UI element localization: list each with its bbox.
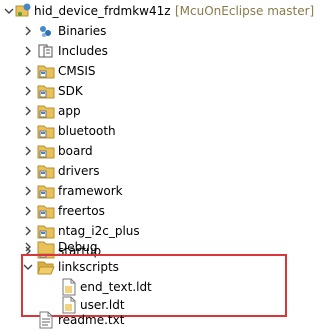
chevron-right-icon[interactable] xyxy=(21,60,35,82)
tree-item-label: Includes xyxy=(58,44,108,58)
tree-item-label: app xyxy=(58,104,81,118)
source-folder-icon xyxy=(37,82,55,100)
tree-item-label: linkscripts xyxy=(58,260,119,274)
chevron-right-icon[interactable] xyxy=(21,160,35,182)
tree-item-sdk[interactable]: SDK xyxy=(0,80,289,102)
source-folder-icon xyxy=(37,102,55,120)
tree-item-label: CMSIS xyxy=(58,64,96,78)
tree-item-label: freertos xyxy=(58,204,105,218)
tree-item-label: Debug xyxy=(58,240,98,254)
project-decoration: [McuOnEclipse master] xyxy=(175,4,315,18)
chevron-right-icon[interactable] xyxy=(21,80,35,102)
tree-item-framework[interactable]: framework xyxy=(0,180,289,202)
project-explorer-tree: hid_device_frdmkw41z [McuOnEclipse maste… xyxy=(0,0,314,329)
text-file-icon xyxy=(37,311,55,329)
chevron-right-icon[interactable] xyxy=(21,40,35,62)
tree-item-label: drivers xyxy=(58,164,100,178)
open-folder-icon xyxy=(37,258,55,276)
tree-item-bluetooth[interactable]: bluetooth xyxy=(0,120,289,142)
chevron-right-icon[interactable] xyxy=(21,120,35,142)
chevron-right-icon[interactable] xyxy=(21,140,35,162)
project-root-row[interactable]: hid_device_frdmkw41z [McuOnEclipse maste… xyxy=(0,0,314,22)
tree-item-board[interactable]: board xyxy=(0,140,289,162)
project-name: hid_device_frdmkw41z xyxy=(34,4,171,18)
tree-item-label: Binaries xyxy=(58,24,107,38)
tree-item-label: end_text.ldt xyxy=(80,280,152,294)
tree-item-cmsis[interactable]: CMSIS xyxy=(0,60,289,82)
source-folder-icon xyxy=(37,162,55,180)
tree-item-label: bluetooth xyxy=(58,124,116,138)
tree-item-drivers[interactable]: drivers xyxy=(0,160,289,182)
source-folder-icon xyxy=(37,142,55,160)
tree-item-includes[interactable]: Includes xyxy=(0,40,289,62)
source-folder-icon xyxy=(37,202,55,220)
project-icon xyxy=(14,2,32,20)
chevron-right-icon[interactable] xyxy=(21,100,35,122)
tree-item-linkscripts[interactable]: linkscripts xyxy=(0,256,289,278)
tree-item-label: framework xyxy=(58,184,123,198)
binaries-icon xyxy=(37,22,55,40)
source-folder-icon xyxy=(37,182,55,200)
includes-icon xyxy=(37,42,55,60)
chevron-down-icon[interactable] xyxy=(21,256,35,278)
tree-item-app[interactable]: app xyxy=(0,100,289,122)
source-folder-icon xyxy=(37,122,55,140)
tree-item-binaries[interactable]: Binaries xyxy=(0,20,289,42)
chevron-right-icon[interactable] xyxy=(21,180,35,202)
source-folder-icon xyxy=(37,62,55,80)
tree-item-label: readme.txt xyxy=(58,313,125,327)
chevron-right-icon[interactable] xyxy=(21,200,35,222)
tree-item-label: SDK xyxy=(58,84,83,98)
tree-item-label: board xyxy=(58,144,93,158)
tree-item-freertos[interactable]: freertos xyxy=(0,200,289,222)
chevron-right-icon[interactable] xyxy=(21,20,35,42)
